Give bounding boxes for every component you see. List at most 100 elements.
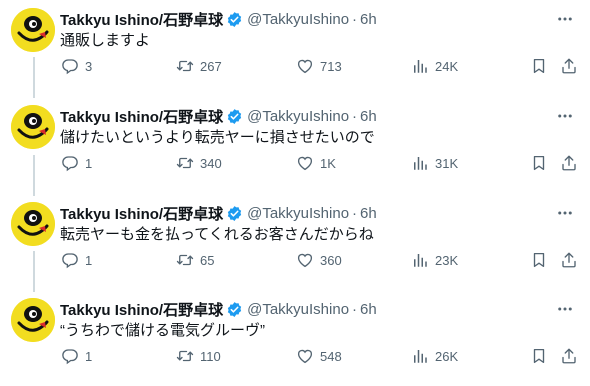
retweet-count: 267 xyxy=(200,58,222,74)
views-chart-icon xyxy=(411,251,429,269)
views-button[interactable]: 23K xyxy=(411,249,458,271)
separator-dot: · xyxy=(352,300,358,318)
share-icon xyxy=(560,154,578,172)
avatar[interactable] xyxy=(11,202,55,246)
tweet-header: Takkyu Ishino/石野卓球 @TakkyuIshino · 6h xyxy=(60,9,377,29)
share-button[interactable] xyxy=(560,345,578,367)
reply-count: 1 xyxy=(85,348,93,364)
reply-button[interactable]: 1 xyxy=(61,249,92,271)
tweet-text: “うちわで儲ける電気グルーヴ” xyxy=(60,322,265,339)
action-bar: 1 110 548 26K xyxy=(0,345,590,367)
like-count: 548 xyxy=(320,348,342,364)
author-name[interactable]: Takkyu Ishino/石野卓球 xyxy=(60,299,223,320)
avatar[interactable] xyxy=(11,105,55,149)
timestamp[interactable]: 6h xyxy=(360,205,377,222)
view-count: 26K xyxy=(435,348,459,364)
timestamp[interactable]: 6h xyxy=(360,301,377,318)
like-count: 1K xyxy=(320,155,336,171)
timestamp[interactable]: 6h xyxy=(360,108,377,125)
avatar[interactable] xyxy=(11,298,55,342)
reply-button[interactable]: 1 xyxy=(61,345,92,367)
tweet[interactable]: Takkyu Ishino/石野卓球 @TakkyuIshino · 6h “う… xyxy=(0,290,590,386)
more-icon[interactable] xyxy=(554,9,576,29)
retweet-icon xyxy=(176,251,194,269)
bookmark-button[interactable] xyxy=(530,55,548,77)
retweet-icon xyxy=(176,57,194,75)
verified-badge-icon xyxy=(226,108,243,125)
author-name[interactable]: Takkyu Ishino/石野卓球 xyxy=(60,203,223,224)
share-button[interactable] xyxy=(560,152,578,174)
action-bar: 3 267 713 24K xyxy=(0,55,590,77)
tweet-header: Takkyu Ishino/石野卓球 @TakkyuIshino · 6h xyxy=(60,106,377,126)
share-button[interactable] xyxy=(560,55,578,77)
reply-count: 1 xyxy=(85,155,93,171)
tweet-header: Takkyu Ishino/石野卓球 @TakkyuIshino · 6h xyxy=(60,299,377,319)
author-handle[interactable]: @TakkyuIshino xyxy=(247,11,349,28)
tweet-text: 儲けたいというより転売ヤーに損させたいので xyxy=(60,129,375,146)
author-handle[interactable]: @TakkyuIshino xyxy=(247,205,349,222)
like-count: 713 xyxy=(320,58,342,74)
bookmark-icon xyxy=(530,154,548,172)
views-button[interactable]: 24K xyxy=(411,55,458,77)
separator-dot: · xyxy=(352,107,358,125)
reply-icon xyxy=(61,57,79,75)
view-count: 31K xyxy=(435,155,459,171)
reply-count: 1 xyxy=(85,252,93,268)
share-icon xyxy=(560,57,578,75)
more-icon[interactable] xyxy=(554,299,576,319)
author-name[interactable]: Takkyu Ishino/石野卓球 xyxy=(60,9,223,30)
reply-button[interactable]: 3 xyxy=(61,55,92,77)
retweet-icon xyxy=(176,347,194,365)
bookmark-button[interactable] xyxy=(530,345,548,367)
bookmark-icon xyxy=(530,347,548,365)
retweet-button[interactable]: 110 xyxy=(176,345,221,367)
heart-icon xyxy=(296,57,314,75)
reply-icon xyxy=(61,347,79,365)
views-chart-icon xyxy=(411,154,429,172)
heart-icon xyxy=(296,154,314,172)
views-button[interactable]: 31K xyxy=(411,152,458,174)
avatar[interactable] xyxy=(11,8,55,52)
views-chart-icon xyxy=(411,57,429,75)
like-count: 360 xyxy=(320,252,342,268)
share-icon xyxy=(560,251,578,269)
author-name[interactable]: Takkyu Ishino/石野卓球 xyxy=(60,106,223,127)
bookmark-icon xyxy=(530,251,548,269)
like-button[interactable]: 360 xyxy=(296,249,342,271)
bookmark-button[interactable] xyxy=(530,152,548,174)
retweet-button[interactable]: 267 xyxy=(176,55,222,77)
tweet-header: Takkyu Ishino/石野卓球 @TakkyuIshino · 6h xyxy=(60,203,377,223)
retweet-button[interactable]: 340 xyxy=(176,152,222,174)
verified-badge-icon xyxy=(226,11,243,28)
heart-icon xyxy=(296,251,314,269)
like-button[interactable]: 1K xyxy=(296,152,336,174)
like-button[interactable]: 713 xyxy=(296,55,342,77)
like-button[interactable]: 548 xyxy=(296,345,342,367)
tweet[interactable]: Takkyu Ishino/石野卓球 @TakkyuIshino · 6h 儲け… xyxy=(0,97,590,193)
verified-badge-icon xyxy=(226,205,243,222)
more-icon[interactable] xyxy=(554,203,576,223)
share-button[interactable] xyxy=(560,249,578,271)
reply-button[interactable]: 1 xyxy=(61,152,92,174)
views-button[interactable]: 26K xyxy=(411,345,458,367)
retweet-button[interactable]: 65 xyxy=(176,249,214,271)
author-handle[interactable]: @TakkyuIshino xyxy=(247,301,349,318)
views-chart-icon xyxy=(411,347,429,365)
author-handle[interactable]: @TakkyuIshino xyxy=(247,108,349,125)
separator-dot: · xyxy=(352,204,358,222)
tweet[interactable]: Takkyu Ishino/石野卓球 @TakkyuIshino · 6h 転売… xyxy=(0,194,590,290)
heart-icon xyxy=(296,347,314,365)
share-icon xyxy=(560,347,578,365)
bookmark-icon xyxy=(530,57,548,75)
reply-icon xyxy=(61,251,79,269)
retweet-count: 110 xyxy=(200,348,221,364)
timestamp[interactable]: 6h xyxy=(360,11,377,28)
bookmark-button[interactable] xyxy=(530,249,548,271)
tweet[interactable]: Takkyu Ishino/石野卓球 @TakkyuIshino · 6h 通販… xyxy=(0,0,590,96)
retweet-count: 340 xyxy=(200,155,222,171)
separator-dot: · xyxy=(352,10,358,28)
action-bar: 1 340 1K 31K xyxy=(0,152,590,174)
more-icon[interactable] xyxy=(554,106,576,126)
view-count: 23K xyxy=(435,252,459,268)
retweet-icon xyxy=(176,154,194,172)
